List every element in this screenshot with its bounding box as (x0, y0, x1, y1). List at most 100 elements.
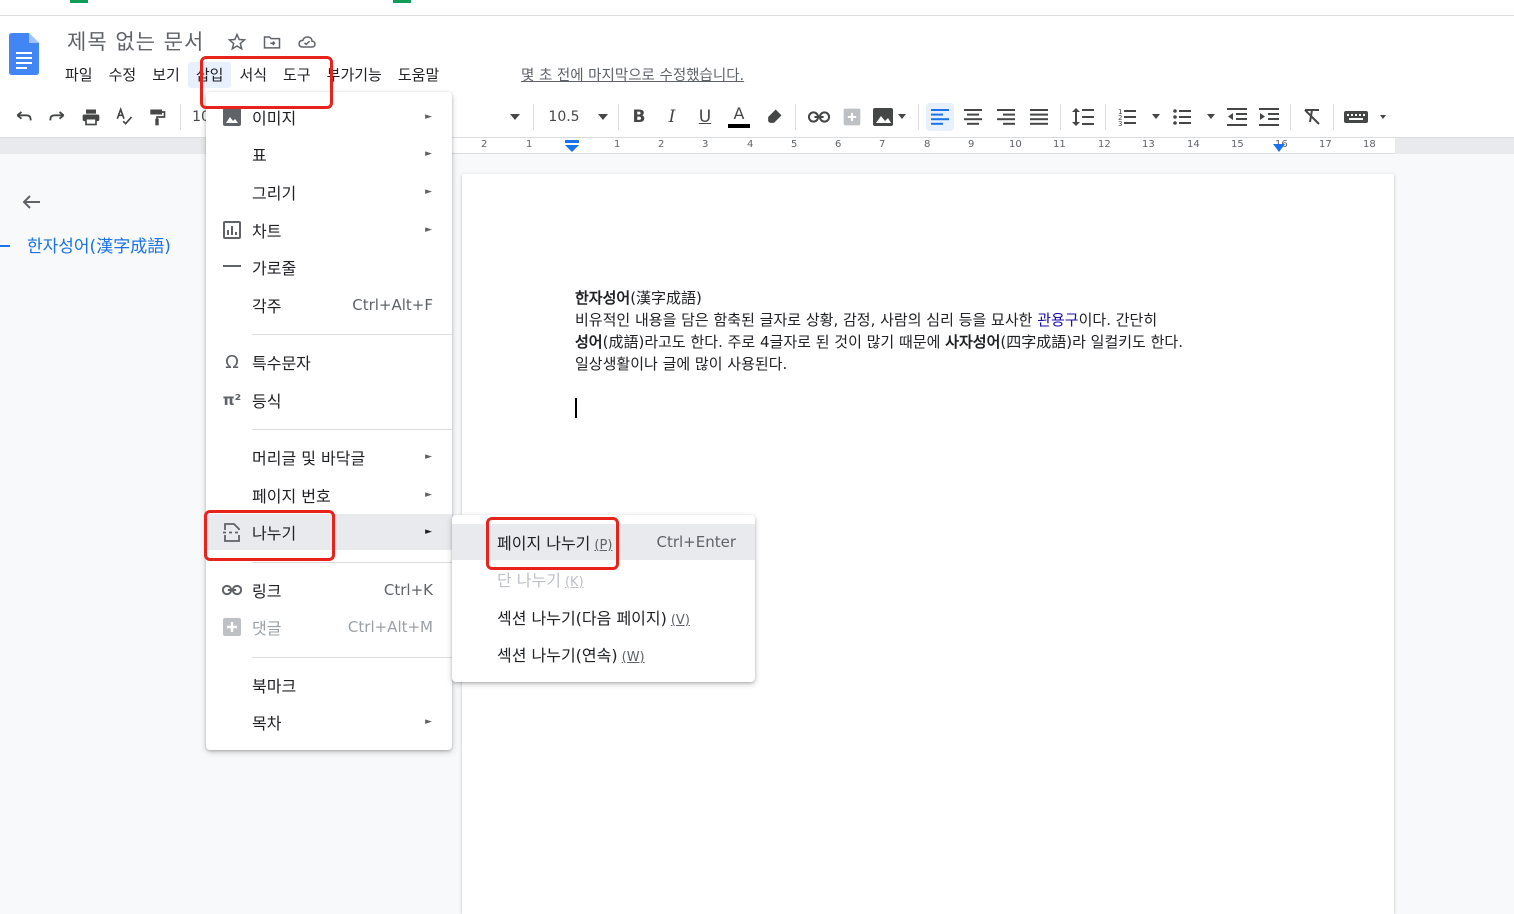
menu-item-footnote[interactable]: 각주 Ctrl+Alt+F (206, 287, 452, 323)
insert-link-icon[interactable] (806, 106, 832, 128)
right-indent-marker-icon[interactable] (1273, 144, 1285, 152)
numbered-list-icon[interactable]: 123 (1116, 106, 1164, 128)
menu-format[interactable]: 서식 (231, 62, 275, 88)
move-folder-icon[interactable] (262, 32, 282, 52)
menu-item-comment[interactable]: 댓글 Ctrl+Alt+M (206, 609, 452, 645)
document-body[interactable]: 한자성어(漢字成語) 비유적인 내용을 담은 함축된 글자로 상황, 감정, 사… (575, 287, 1183, 375)
menu-item-label: 댓글 (252, 619, 282, 638)
menu-item-label: 나누기 (252, 524, 297, 543)
toolbar-divider (1333, 104, 1334, 130)
menu-item-drawing[interactable]: 그리기 ► (206, 174, 452, 210)
ruler-number: 18 (1363, 139, 1376, 150)
text-cursor (575, 398, 577, 418)
docs-logo-icon[interactable] (9, 33, 39, 75)
paint-format-icon[interactable] (145, 106, 169, 128)
submenu-arrow-icon: ► (425, 490, 432, 500)
outline-active-marker (0, 245, 10, 247)
menu-edit[interactable]: 수정 (101, 62, 145, 88)
undo-icon[interactable] (12, 106, 36, 128)
menu-item-section-break-continuous[interactable]: 섹션 나누기(연속) (W) (452, 636, 755, 672)
menu-item-chart[interactable]: 차트 ► (206, 212, 452, 248)
heading-bold-text: 한자성어 (575, 289, 631, 307)
ruler-number: 12 (1098, 139, 1111, 150)
menu-item-section-break-next-page[interactable]: 섹션 나누기(다음 페이지) (V) (452, 599, 755, 635)
menu-item-table-of-contents[interactable]: 목차 ► (206, 704, 452, 740)
decrease-indent-icon[interactable] (1225, 106, 1249, 128)
highlight-color-icon[interactable] (762, 106, 786, 128)
menu-item-special-characters[interactable]: Ω 특수문자 (206, 344, 452, 380)
underline-icon[interactable]: U (693, 106, 717, 128)
menu-item-page-numbers[interactable]: 페이지 번호 ► (206, 477, 452, 513)
body-text: 비유적인 내용을 담은 함축된 글자로 상황, 감정, 사람의 심리 등을 묘사… (575, 311, 1038, 329)
clear-formatting-icon[interactable] (1300, 106, 1324, 128)
label-text: 섹션 나누기(연속) (497, 646, 618, 665)
menu-item-label: 섹션 나누기(다음 페이지) (V) (497, 605, 690, 629)
menu-view[interactable]: 보기 (144, 62, 188, 88)
toolbar-divider (1290, 104, 1291, 130)
menu-item-label: 차트 (252, 222, 282, 241)
font-size-dropdown-icon[interactable] (594, 106, 612, 128)
body-text: (成語)라고도 한다. 주로 4글자로 된 것이 많기 때문에 (602, 333, 946, 351)
menu-item-label: 가로줄 (252, 259, 297, 278)
align-left-icon[interactable] (926, 103, 954, 131)
menu-item-image[interactable]: 이미지 ► (206, 99, 452, 135)
italic-icon[interactable]: I (660, 106, 684, 128)
browser-tab-strip (0, 0, 1514, 16)
submenu-arrow-icon: ► (425, 225, 432, 235)
menu-file[interactable]: 파일 (57, 62, 101, 88)
menu-item-horizontal-line[interactable]: 가로줄 (206, 249, 452, 285)
document-title[interactable]: 제목 없는 문서 (67, 26, 204, 56)
menu-item-page-break[interactable]: 페이지 나누기 (P) Ctrl+Enter (452, 524, 755, 560)
menu-item-table[interactable]: 표 ► (206, 136, 452, 172)
bulleted-list-icon[interactable] (1171, 106, 1219, 128)
last-edit-link[interactable]: 몇 초 전에 마지막으로 수정했습니다. (521, 64, 744, 85)
break-submenu: 페이지 나누기 (P) Ctrl+Enter 단 나누기 (K) 섹션 나누기(다음… (452, 515, 755, 682)
toolbar-divider (533, 104, 534, 130)
menu-item-bookmark[interactable]: 북마크 (206, 667, 452, 703)
ruler-number: 17 (1319, 139, 1332, 150)
tab-indicator (393, 0, 411, 3)
menu-item-label: 페이지 번호 (252, 487, 331, 506)
text-color-icon[interactable]: A (726, 106, 752, 128)
menu-help[interactable]: 도움말 (390, 62, 447, 88)
align-justify-icon[interactable] (1027, 106, 1051, 128)
insert-image-icon[interactable] (871, 106, 909, 128)
menu-item-break[interactable]: 나누기 ► (206, 514, 452, 550)
accelerator-key: (W) (621, 650, 645, 665)
increase-indent-icon[interactable] (1257, 106, 1281, 128)
menu-item-label: 특수문자 (252, 354, 311, 373)
font-size-input[interactable]: 10.5 (546, 106, 582, 128)
toolbar-divider (1060, 104, 1061, 130)
menu-item-header-footer[interactable]: 머리글 및 바닥글 ► (206, 439, 452, 475)
menu-separator (252, 429, 452, 430)
menu-tools[interactable]: 도구 (275, 62, 319, 88)
hyperlink-text[interactable]: 관용구 (1037, 311, 1078, 329)
spellcheck-icon[interactable] (112, 106, 136, 128)
menu-item-label: 목차 (252, 714, 282, 733)
font-dropdown-arrow-icon[interactable] (505, 106, 525, 128)
redo-icon[interactable] (45, 106, 69, 128)
menu-item-equation[interactable]: π² 등식 (206, 382, 452, 418)
add-comment-icon[interactable] (840, 106, 864, 128)
align-right-icon[interactable] (994, 106, 1018, 128)
cloud-status-icon[interactable] (297, 32, 317, 52)
horizontal-ruler[interactable]: 2 1 1 2 3 4 5 6 7 8 9 10 11 12 13 14 15 … (452, 138, 1412, 154)
menu-item-label: 단 나누기 (K) (497, 567, 584, 591)
ruler-number: 1 (526, 139, 533, 150)
menu-addons[interactable]: 부가기능 (319, 62, 390, 88)
menu-insert[interactable]: 삽입 (187, 62, 232, 88)
star-icon[interactable] (227, 32, 247, 52)
outline-heading-item[interactable]: 한자성어(漢字成語) (27, 232, 171, 257)
menu-item-column-break[interactable]: 단 나누기 (K) (452, 561, 755, 597)
bold-icon[interactable]: B (627, 106, 651, 128)
print-icon[interactable] (79, 106, 103, 128)
back-arrow-icon[interactable] (20, 190, 44, 214)
menu-item-link[interactable]: 링크 Ctrl+K (206, 572, 452, 608)
horizontal-line-icon (222, 257, 242, 277)
align-center-icon[interactable] (961, 106, 985, 128)
label-text: 페이지 나누기 (497, 534, 591, 553)
input-tools-icon[interactable] (1343, 106, 1389, 128)
line-spacing-icon[interactable] (1070, 106, 1096, 128)
left-indent-marker-icon[interactable] (565, 140, 579, 152)
shortcut-text: Ctrl+Enter (656, 533, 736, 551)
